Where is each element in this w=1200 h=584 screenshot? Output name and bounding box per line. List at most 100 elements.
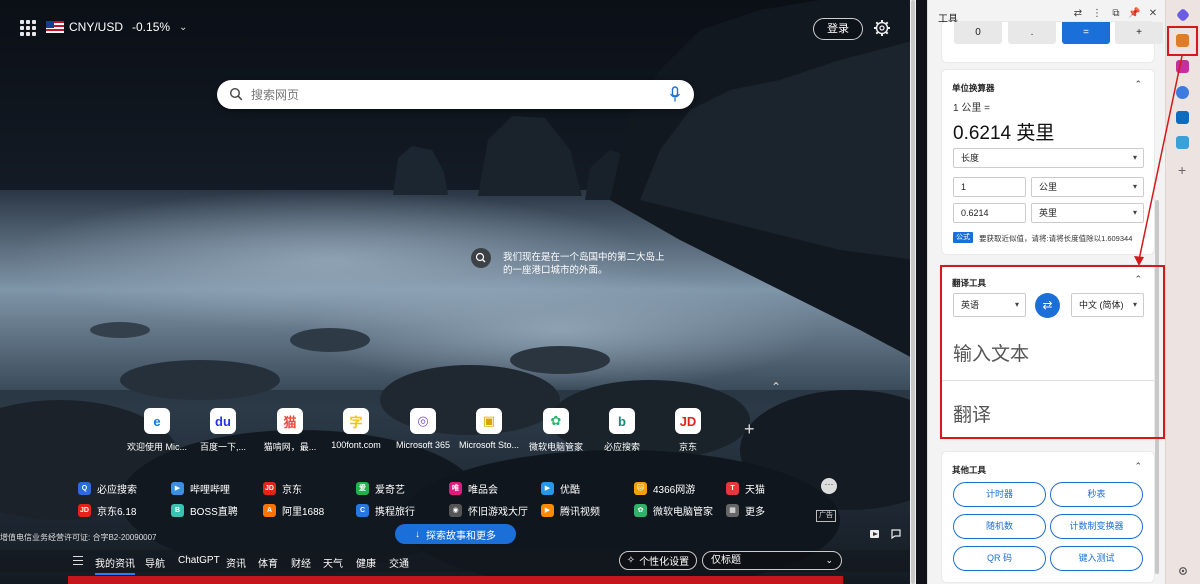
image-info-button[interactable]	[471, 248, 491, 268]
calculator-key[interactable]: .	[1008, 22, 1056, 44]
shortcut-tile[interactable]: ✿ 微软电脑管家	[523, 408, 589, 453]
quick-link-label: 唯品会	[468, 484, 498, 496]
tile-label: 欢迎使用 Mic...	[127, 442, 187, 452]
unit-category-select[interactable]: 长度 ▾	[953, 148, 1144, 168]
swap-languages-icon[interactable]: ⇄	[1035, 293, 1060, 318]
news-nav-item[interactable]: 导航	[145, 555, 165, 570]
login-button[interactable]: 登录	[813, 18, 863, 40]
tool-button[interactable]: 计数制变换器	[1050, 514, 1143, 539]
from-value-input[interactable]: 1	[953, 177, 1026, 197]
toolbox-icon[interactable]	[1176, 34, 1189, 47]
shortcut-tile[interactable]: e 欢迎使用 Mic...	[124, 408, 190, 453]
menu-icon[interactable]	[73, 556, 83, 568]
news-nav-item[interactable]: 健康	[356, 555, 376, 570]
calculator-key[interactable]: 0	[954, 22, 1002, 44]
shortcut-tile[interactable]: JD 京东	[655, 408, 721, 453]
quick-link[interactable]: 爱爱奇艺	[356, 479, 405, 497]
calculator-key[interactable]: =	[1062, 22, 1110, 44]
quick-link[interactable]: B BOSS直聘	[171, 501, 238, 519]
theme-icon[interactable]	[869, 528, 881, 540]
quick-link[interactable]: T 天猫	[726, 479, 765, 497]
quick-link[interactable]: Q 必应搜索	[78, 479, 137, 497]
from-unit-select[interactable]: 公里 ▾	[1031, 177, 1144, 197]
shortcut-tile[interactable]: b 必应搜索	[589, 408, 655, 453]
apps-grid-icon[interactable]	[20, 20, 36, 36]
magnifier-icon	[475, 252, 486, 263]
tool-button[interactable]: QR 码	[953, 546, 1046, 571]
search-box[interactable]	[217, 80, 694, 109]
shortcut-tile[interactable]: ▣ Microsoft Sto...	[456, 408, 522, 450]
to-value-input[interactable]: 0.6214	[953, 203, 1026, 223]
image-caption[interactable]: 我们现在是在一个岛国中的第二大岛上的一座港口城市的外面。	[503, 251, 673, 277]
shortcut-tile[interactable]: 字 100font.com	[323, 408, 389, 450]
quick-link-label: 腾讯视频	[560, 506, 600, 518]
us-flag-icon	[46, 21, 64, 33]
currency-widget[interactable]: CNY/USD -0.15% ⌄	[46, 20, 187, 34]
chevron-up-icon[interactable]: ⌃	[1134, 274, 1142, 285]
youku-icon: ▶	[541, 481, 554, 495]
personalize-button[interactable]: ✧ 个性化设置	[619, 551, 697, 570]
close-icon[interactable]: ✕	[1147, 8, 1159, 20]
chevron-up-icon[interactable]: ⌃	[1134, 461, 1142, 472]
vip-icon: 唯	[449, 481, 462, 495]
add-tile-button[interactable]: +	[744, 419, 755, 440]
quick-link[interactable]: ▶ 优酷	[541, 479, 580, 497]
news-nav-item[interactable]: 交通	[389, 555, 409, 570]
cat-icon: 猫	[277, 408, 303, 434]
news-nav-item[interactable]: 体育	[258, 555, 278, 570]
currency-pair: CNY/USD	[69, 20, 124, 34]
explore-stories-button[interactable]: ↓ 探索故事和更多	[395, 524, 516, 544]
sidebar-settings-icon[interactable]	[1177, 565, 1189, 577]
open-external-icon[interactable]: ⧉	[1110, 8, 1122, 20]
pin-icon[interactable]: 📌	[1128, 8, 1140, 20]
quick-link[interactable]: ◉ 怀旧游戏大厅	[449, 501, 528, 519]
store-bag-icon: ▣	[476, 408, 502, 434]
more-options-icon[interactable]: ···	[821, 478, 837, 494]
tile-label: 微软电脑管家	[528, 442, 583, 452]
microphone-icon[interactable]	[669, 86, 681, 103]
gear-icon[interactable]	[872, 18, 892, 38]
quick-link[interactable]: C 携程旅行	[356, 501, 415, 519]
news-nav-item[interactable]: 资讯	[226, 555, 246, 570]
feedback-icon[interactable]	[890, 528, 902, 540]
news-nav-item[interactable]: 我的资讯	[95, 555, 135, 575]
quick-link[interactable]: JD 京东6.18	[78, 501, 136, 519]
quick-link[interactable]: ▶ 哔哩哔哩	[171, 479, 230, 497]
shortcut-tile[interactable]: ◎ Microsoft 365	[390, 408, 456, 450]
quick-link[interactable]: 🐱 4366网游	[634, 479, 695, 497]
more-vertical-icon[interactable]: ⋮	[1091, 8, 1103, 20]
tool-button[interactable]: 秒表	[1050, 482, 1143, 507]
news-nav-item[interactable]: ChatGPT	[178, 555, 220, 566]
translate-input-area[interactable]: 输入文本	[953, 339, 1029, 366]
calculator-key[interactable]: +	[1115, 22, 1163, 44]
news-nav-item[interactable]: 财经	[291, 555, 311, 570]
source-language-select[interactable]: 英语 ▾	[953, 293, 1026, 317]
quick-link[interactable]: A 阿里1688	[263, 501, 324, 519]
quick-link[interactable]: 唯唯品会	[449, 479, 498, 497]
view-mode-select[interactable]: 仅标题 ⌄	[702, 551, 842, 570]
adjust-icon[interactable]: ⇄	[1072, 8, 1084, 20]
quick-link[interactable]: ▶ 腾讯视频	[541, 501, 600, 519]
news-nav-item[interactable]: 天气	[323, 555, 343, 570]
shortcut-tile[interactable]: 猫猫啃网，最...	[257, 408, 323, 453]
page-scrollbar[interactable]	[910, 0, 916, 584]
to-unit-select[interactable]: 英里 ▾	[1031, 203, 1144, 223]
quick-link[interactable]: ▦ 更多	[726, 501, 765, 519]
tencent-video-icon: ▶	[541, 503, 554, 517]
target-language-select[interactable]: 中文 (简体) ▾	[1071, 293, 1144, 317]
quick-link-label: 京东	[282, 484, 302, 496]
tool-button[interactable]: 计时器	[953, 482, 1046, 507]
search-input[interactable]	[251, 86, 651, 103]
icp-license-text[interactable]: 增值电信业务经营许可证: 合字B2-20090007	[0, 532, 157, 543]
quick-link-label: 必应搜索	[97, 484, 137, 496]
quick-link[interactable]: ✿ 微软电脑管家	[634, 501, 713, 519]
shortcut-tile[interactable]: du 百度一下,...	[190, 408, 256, 453]
quick-link-label: 4366网游	[653, 484, 696, 496]
ctrip-icon: C	[356, 503, 369, 517]
tool-button[interactable]: 随机数	[953, 514, 1046, 539]
quick-link-label: 天猫	[745, 484, 765, 496]
quick-link[interactable]: JD 京东	[263, 479, 302, 497]
chevron-up-icon[interactable]: ⌃	[771, 380, 781, 394]
tool-button[interactable]: 键入测试	[1050, 546, 1143, 571]
quick-link-label: 京东6.18	[97, 506, 137, 518]
